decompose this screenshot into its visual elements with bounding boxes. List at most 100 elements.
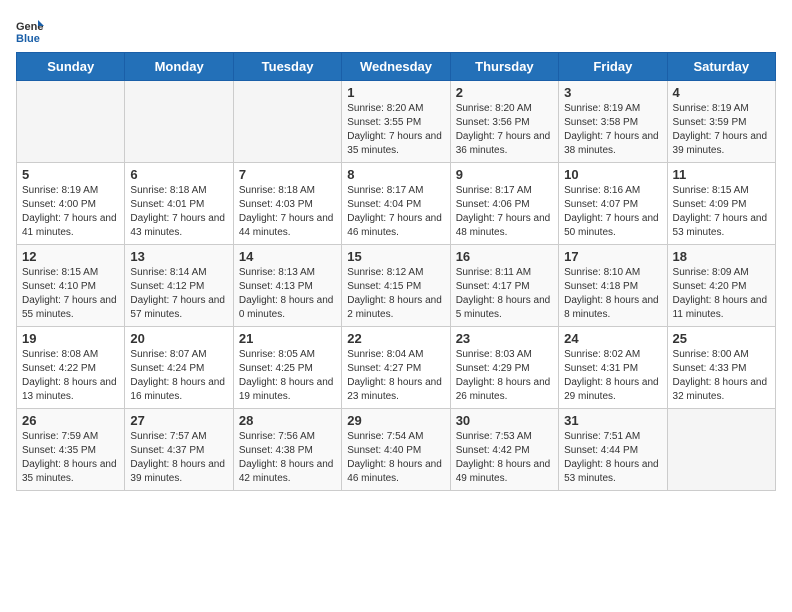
cell-content: Sunrise: 8:19 AM Sunset: 3:58 PM Dayligh…	[564, 102, 661, 158]
cell-content: Sunrise: 8:18 AM Sunset: 4:01 PM Dayligh…	[130, 184, 227, 240]
calendar-cell: 10 Sunrise: 8:16 AM Sunset: 4:07 PM Dayli…	[559, 163, 667, 245]
cell-content: Sunrise: 8:16 AM Sunset: 4:07 PM Dayligh…	[564, 184, 661, 240]
day-number: 6	[130, 167, 227, 182]
calendar-cell: 24 Sunrise: 8:02 AM Sunset: 4:31 PM Dayli…	[559, 327, 667, 409]
day-number: 20	[130, 331, 227, 346]
day-number: 2	[456, 85, 553, 100]
weekday-header-thursday: Thursday	[450, 53, 558, 81]
calendar-cell: 15 Sunrise: 8:12 AM Sunset: 4:15 PM Dayli…	[342, 245, 450, 327]
calendar-cell	[17, 81, 125, 163]
day-number: 16	[456, 249, 553, 264]
day-number: 8	[347, 167, 444, 182]
calendar-cell: 3 Sunrise: 8:19 AM Sunset: 3:58 PM Daylig…	[559, 81, 667, 163]
cell-content: Sunrise: 7:56 AM Sunset: 4:38 PM Dayligh…	[239, 430, 336, 486]
calendar-cell: 23 Sunrise: 8:03 AM Sunset: 4:29 PM Dayli…	[450, 327, 558, 409]
cell-content: Sunrise: 8:18 AM Sunset: 4:03 PM Dayligh…	[239, 184, 336, 240]
cell-content: Sunrise: 7:57 AM Sunset: 4:37 PM Dayligh…	[130, 430, 227, 486]
cell-content: Sunrise: 8:15 AM Sunset: 4:09 PM Dayligh…	[673, 184, 770, 240]
weekday-header-monday: Monday	[125, 53, 233, 81]
cell-content: Sunrise: 8:17 AM Sunset: 4:04 PM Dayligh…	[347, 184, 444, 240]
calendar-cell: 28 Sunrise: 7:56 AM Sunset: 4:38 PM Dayli…	[233, 409, 341, 491]
logo-icon: General Blue	[16, 16, 44, 44]
calendar-cell	[667, 409, 775, 491]
day-number: 22	[347, 331, 444, 346]
day-number: 5	[22, 167, 119, 182]
day-number: 24	[564, 331, 661, 346]
calendar-cell: 27 Sunrise: 7:57 AM Sunset: 4:37 PM Dayli…	[125, 409, 233, 491]
day-number: 30	[456, 413, 553, 428]
calendar-cell: 21 Sunrise: 8:05 AM Sunset: 4:25 PM Dayli…	[233, 327, 341, 409]
day-number: 21	[239, 331, 336, 346]
calendar-table: SundayMondayTuesdayWednesdayThursdayFrid…	[16, 52, 776, 491]
cell-content: Sunrise: 8:04 AM Sunset: 4:27 PM Dayligh…	[347, 348, 444, 404]
day-number: 7	[239, 167, 336, 182]
cell-content: Sunrise: 8:12 AM Sunset: 4:15 PM Dayligh…	[347, 266, 444, 322]
calendar-cell: 17 Sunrise: 8:10 AM Sunset: 4:18 PM Dayli…	[559, 245, 667, 327]
calendar-cell: 20 Sunrise: 8:07 AM Sunset: 4:24 PM Dayli…	[125, 327, 233, 409]
cell-content: Sunrise: 8:08 AM Sunset: 4:22 PM Dayligh…	[22, 348, 119, 404]
day-number: 10	[564, 167, 661, 182]
day-number: 25	[673, 331, 770, 346]
weekday-header-saturday: Saturday	[667, 53, 775, 81]
cell-content: Sunrise: 8:09 AM Sunset: 4:20 PM Dayligh…	[673, 266, 770, 322]
cell-content: Sunrise: 8:19 AM Sunset: 4:00 PM Dayligh…	[22, 184, 119, 240]
day-number: 23	[456, 331, 553, 346]
cell-content: Sunrise: 8:07 AM Sunset: 4:24 PM Dayligh…	[130, 348, 227, 404]
calendar-cell: 14 Sunrise: 8:13 AM Sunset: 4:13 PM Dayli…	[233, 245, 341, 327]
weekday-header-wednesday: Wednesday	[342, 53, 450, 81]
day-number: 28	[239, 413, 336, 428]
cell-content: Sunrise: 7:53 AM Sunset: 4:42 PM Dayligh…	[456, 430, 553, 486]
calendar-cell	[233, 81, 341, 163]
calendar-cell: 7 Sunrise: 8:18 AM Sunset: 4:03 PM Daylig…	[233, 163, 341, 245]
calendar-cell: 4 Sunrise: 8:19 AM Sunset: 3:59 PM Daylig…	[667, 81, 775, 163]
day-number: 31	[564, 413, 661, 428]
cell-content: Sunrise: 8:10 AM Sunset: 4:18 PM Dayligh…	[564, 266, 661, 322]
calendar-cell: 5 Sunrise: 8:19 AM Sunset: 4:00 PM Daylig…	[17, 163, 125, 245]
day-number: 17	[564, 249, 661, 264]
day-number: 26	[22, 413, 119, 428]
day-number: 15	[347, 249, 444, 264]
day-number: 27	[130, 413, 227, 428]
calendar-cell: 11 Sunrise: 8:15 AM Sunset: 4:09 PM Dayli…	[667, 163, 775, 245]
cell-content: Sunrise: 8:03 AM Sunset: 4:29 PM Dayligh…	[456, 348, 553, 404]
cell-content: Sunrise: 8:19 AM Sunset: 3:59 PM Dayligh…	[673, 102, 770, 158]
day-number: 1	[347, 85, 444, 100]
calendar-cell	[125, 81, 233, 163]
calendar-cell: 19 Sunrise: 8:08 AM Sunset: 4:22 PM Dayli…	[17, 327, 125, 409]
cell-content: Sunrise: 8:17 AM Sunset: 4:06 PM Dayligh…	[456, 184, 553, 240]
cell-content: Sunrise: 8:11 AM Sunset: 4:17 PM Dayligh…	[456, 266, 553, 322]
weekday-header-sunday: Sunday	[17, 53, 125, 81]
calendar-cell: 25Sunrise: 8:00 AM Sunset: 4:33 PM Dayli…	[667, 327, 775, 409]
calendar-cell: 31 Sunrise: 7:51 AM Sunset: 4:44 PM Dayli…	[559, 409, 667, 491]
day-number: 11	[673, 167, 770, 182]
cell-content: Sunrise: 8:14 AM Sunset: 4:12 PM Dayligh…	[130, 266, 227, 322]
weekday-header-friday: Friday	[559, 53, 667, 81]
header: General Blue	[16, 16, 776, 44]
cell-content: Sunrise: 8:02 AM Sunset: 4:31 PM Dayligh…	[564, 348, 661, 404]
day-number: 29	[347, 413, 444, 428]
cell-content: Sunrise: 8:20 AM Sunset: 3:55 PM Dayligh…	[347, 102, 444, 158]
day-number: 4	[673, 85, 770, 100]
day-number: 14	[239, 249, 336, 264]
calendar-cell: 26Sunrise: 7:59 AM Sunset: 4:35 PM Dayli…	[17, 409, 125, 491]
calendar-cell: 8 Sunrise: 8:17 AM Sunset: 4:04 PM Daylig…	[342, 163, 450, 245]
svg-text:Blue: Blue	[16, 33, 40, 44]
calendar-cell: 29 Sunrise: 7:54 AM Sunset: 4:40 PM Dayli…	[342, 409, 450, 491]
calendar-cell: 6 Sunrise: 8:18 AM Sunset: 4:01 PM Daylig…	[125, 163, 233, 245]
cell-content: Sunrise: 7:54 AM Sunset: 4:40 PM Dayligh…	[347, 430, 444, 486]
cell-content: Sunrise: 8:05 AM Sunset: 4:25 PM Dayligh…	[239, 348, 336, 404]
calendar-cell: 18Sunrise: 8:09 AM Sunset: 4:20 PM Dayli…	[667, 245, 775, 327]
cell-content: Sunrise: 8:13 AM Sunset: 4:13 PM Dayligh…	[239, 266, 336, 322]
day-number: 3	[564, 85, 661, 100]
cell-content: Sunrise: 7:51 AM Sunset: 4:44 PM Dayligh…	[564, 430, 661, 486]
calendar-cell: 9 Sunrise: 8:17 AM Sunset: 4:06 PM Daylig…	[450, 163, 558, 245]
day-number: 9	[456, 167, 553, 182]
day-number: 13	[130, 249, 227, 264]
cell-content: Sunrise: 8:15 AM Sunset: 4:10 PM Dayligh…	[22, 266, 119, 322]
calendar-cell: 30 Sunrise: 7:53 AM Sunset: 4:42 PM Dayli…	[450, 409, 558, 491]
calendar-cell: 12Sunrise: 8:15 AM Sunset: 4:10 PM Dayli…	[17, 245, 125, 327]
calendar-cell: 2Sunrise: 8:20 AM Sunset: 3:56 PM Daylig…	[450, 81, 558, 163]
calendar-cell: 22 Sunrise: 8:04 AM Sunset: 4:27 PM Dayli…	[342, 327, 450, 409]
logo: General Blue	[16, 16, 44, 44]
day-number: 19	[22, 331, 119, 346]
